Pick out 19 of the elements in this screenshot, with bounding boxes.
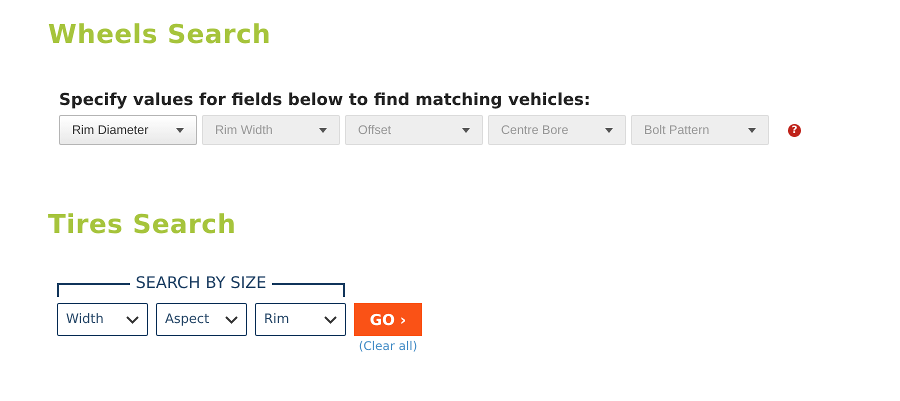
instruction-text: Specify values for fields below to find matching vehicles:: [59, 90, 590, 109]
caret-icon: [605, 128, 613, 132]
section-title: Tires Search: [48, 210, 236, 240]
select-field[interactable]: Aspect: [156, 303, 247, 336]
help-icon[interactable]: ?: [788, 124, 801, 136]
chevron-icon: [324, 316, 337, 324]
caret-icon: [462, 128, 470, 132]
select-field[interactable]: Width: [57, 303, 148, 336]
chevron-icon: [126, 316, 139, 324]
select-field[interactable]: Rim: [255, 303, 346, 336]
go-button[interactable]: GO ›: [354, 303, 422, 336]
dropdown[interactable]: Rim Diameter: [59, 115, 197, 145]
section-title: Wheels Search: [48, 20, 272, 50]
group-label: SEARCH BY SIZE: [134, 274, 268, 292]
caret-icon: [319, 128, 327, 132]
chevron-icon: [225, 316, 238, 324]
clear-all-link[interactable]: (Clear all): [358, 339, 418, 353]
caret-icon: [748, 128, 756, 132]
caret-icon: [176, 128, 184, 132]
